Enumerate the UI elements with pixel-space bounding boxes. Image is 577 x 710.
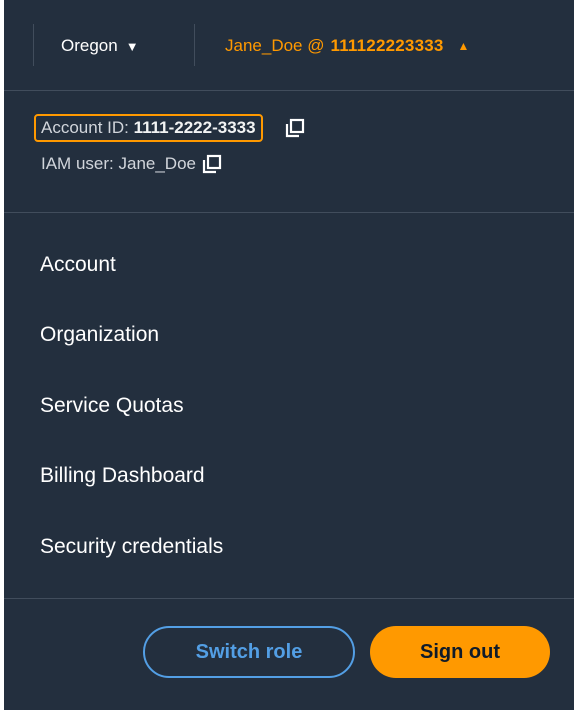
copy-icon[interactable] <box>285 118 305 138</box>
region-selector[interactable]: Oregon ▼ <box>61 33 139 59</box>
caret-up-icon: ▲ <box>457 39 470 53</box>
sign-out-button[interactable]: Sign out <box>370 626 550 678</box>
menu-item-billing-dashboard[interactable]: Billing Dashboard <box>40 464 205 488</box>
account-id-value: 1111-2222-3333 <box>133 118 256 137</box>
menu-item-account[interactable]: Account <box>40 253 116 277</box>
divider <box>4 212 574 213</box>
account-number: 111122223333 <box>330 36 444 55</box>
menu-item-security-credentials[interactable]: Security credentials <box>40 535 223 559</box>
iam-user-row: IAM user: Jane_Doe <box>41 154 222 174</box>
account-info-section: Account ID: 1111-2222-3333 IAM user: Jan… <box>4 90 574 212</box>
region-label: Oregon <box>61 36 118 55</box>
copy-icon[interactable] <box>202 154 222 174</box>
switch-role-button[interactable]: Switch role <box>143 626 355 678</box>
nav-separator <box>33 24 34 66</box>
account-id-label: Account ID: <box>41 118 129 137</box>
iam-user-value: Jane_Doe <box>118 154 196 173</box>
user-name: Jane_Doe @ <box>225 36 325 55</box>
nav-separator <box>194 24 195 66</box>
account-menu-toggle[interactable]: Jane_Doe @ 111122223333 ▲ <box>225 33 469 59</box>
caret-down-icon: ▼ <box>125 38 139 54</box>
top-nav-bar: Oregon ▼ Jane_Doe @ 111122223333 ▲ <box>4 0 574 90</box>
divider <box>4 598 574 599</box>
iam-user-label: IAM user: <box>41 154 114 173</box>
account-menu-panel: Oregon ▼ Jane_Doe @ 111122223333 ▲ Accou… <box>4 0 574 710</box>
menu-item-organization[interactable]: Organization <box>40 323 159 347</box>
account-id-field: Account ID: 1111-2222-3333 <box>34 114 263 142</box>
menu-item-service-quotas[interactable]: Service Quotas <box>40 394 184 418</box>
account-id-row: Account ID: 1111-2222-3333 <box>34 114 305 142</box>
